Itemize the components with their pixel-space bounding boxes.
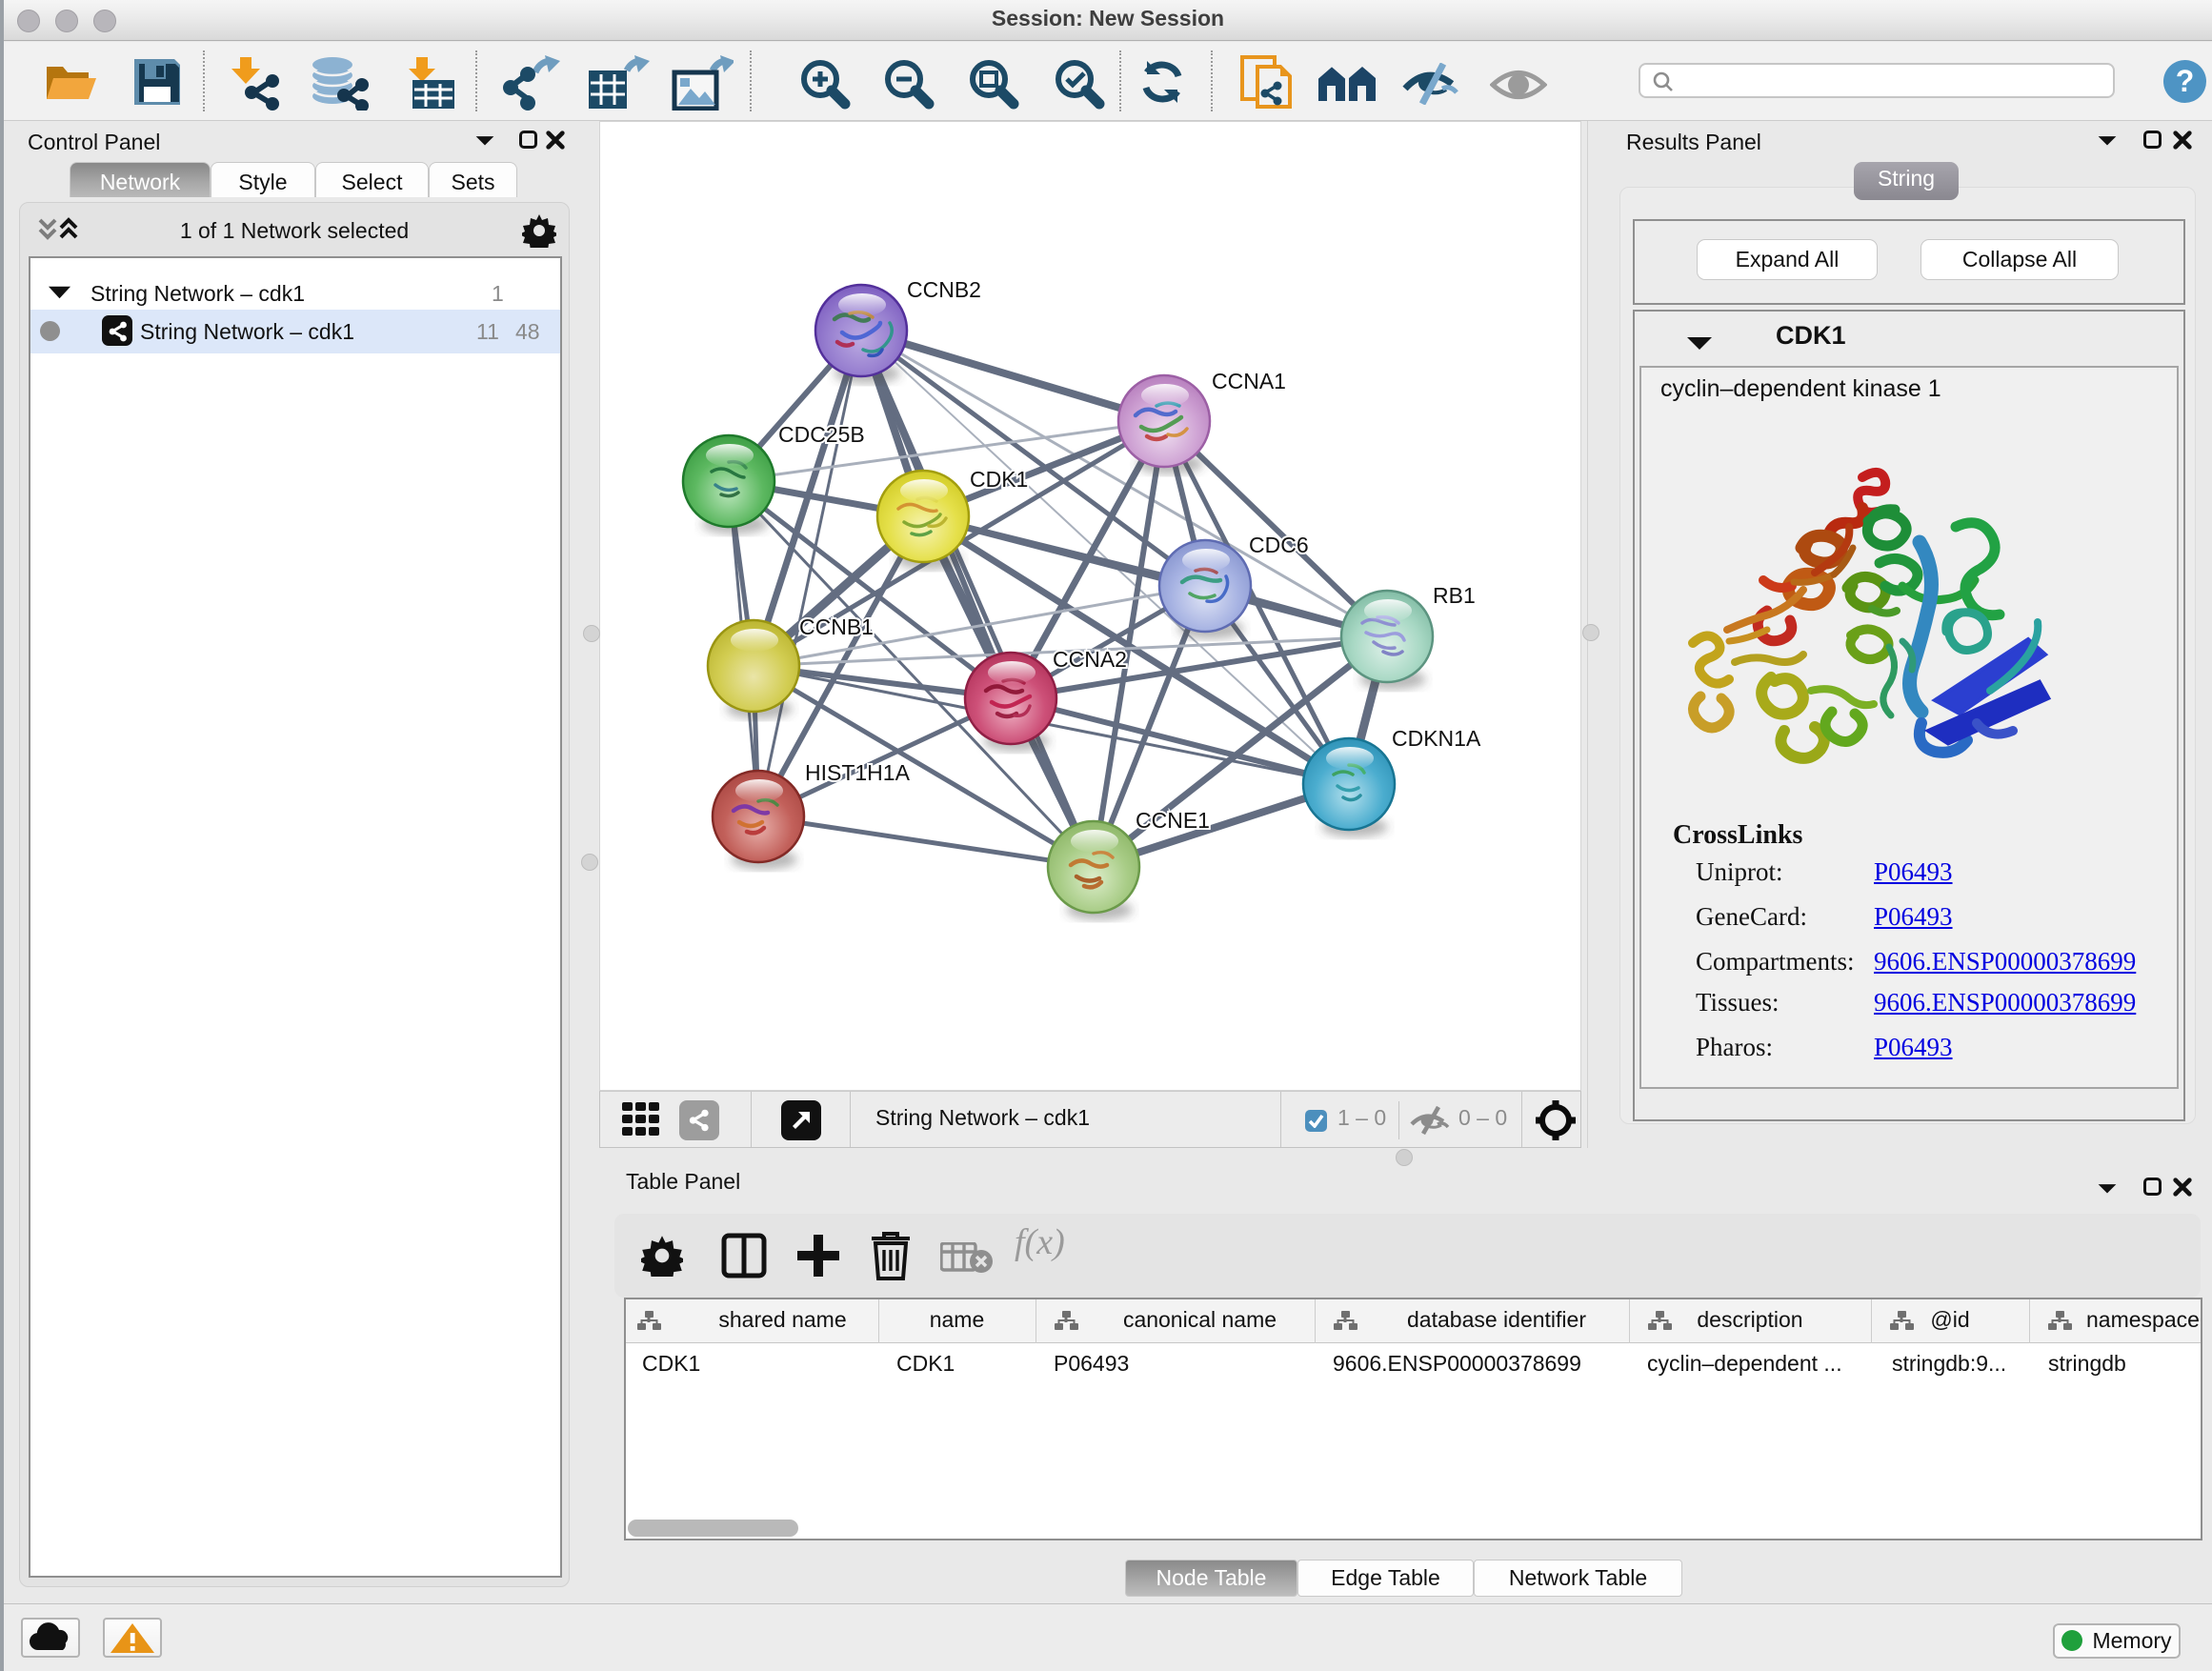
svg-text:CCNA1: CCNA1 xyxy=(1212,369,1286,393)
svg-text:CDC6: CDC6 xyxy=(1249,533,1309,557)
svg-text:CDKN1A: CDKN1A xyxy=(1392,726,1481,751)
svg-text:CCNE1: CCNE1 xyxy=(1136,808,1210,833)
svg-text:CDC25B: CDC25B xyxy=(778,422,865,447)
svg-text:HIST1H1A: HIST1H1A xyxy=(805,760,911,785)
svg-text:CCNA2: CCNA2 xyxy=(1053,647,1127,672)
svg-text:CCNB1: CCNB1 xyxy=(799,614,874,639)
svg-text:CCNB2: CCNB2 xyxy=(907,277,981,302)
svg-text:CDK1: CDK1 xyxy=(970,467,1028,492)
svg-text:RB1: RB1 xyxy=(1433,583,1476,608)
